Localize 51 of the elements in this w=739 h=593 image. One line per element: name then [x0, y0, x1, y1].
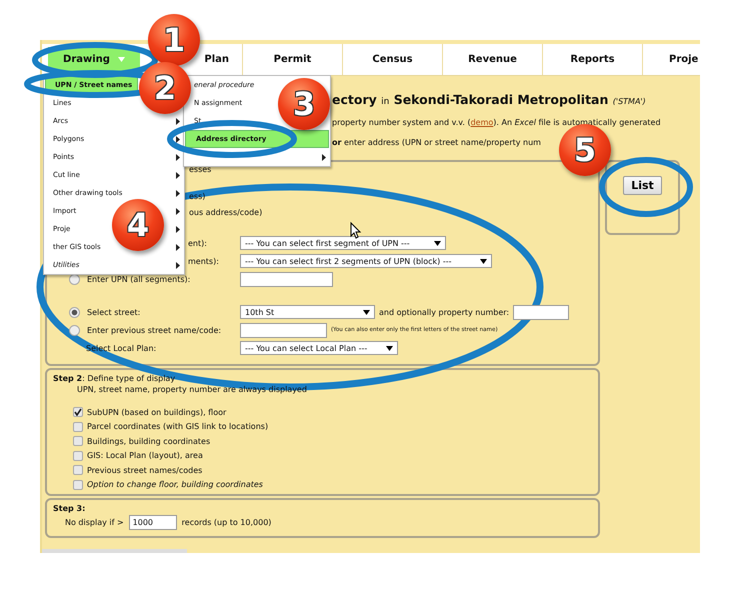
nav-tab[interactable]: Revenue: [468, 54, 517, 65]
dropdown[interactable]: --- You can select first 2 segments of UPN (block) ---: [240, 254, 492, 268]
field-label: records (up to 10,000): [182, 518, 272, 527]
caret-icon: [118, 57, 125, 62]
checkbox[interactable]: [73, 465, 83, 476]
checkbox[interactable]: [73, 480, 83, 490]
field-label: ments):: [188, 256, 219, 266]
option-label: Parcel coordinates (with GIS link to locations): [87, 422, 268, 432]
input-field[interactable]: 1000: [128, 515, 177, 530]
option-label: Buildings, building coordinates: [87, 436, 210, 446]
nav-tab[interactable]: Census: [372, 54, 413, 65]
field-label: ent):: [188, 238, 207, 248]
nav-tab[interactable]: Reports: [570, 54, 615, 65]
input-field[interactable]: [513, 304, 570, 320]
caret-icon: [480, 258, 487, 264]
demo-link[interactable]: demo: [470, 118, 494, 127]
option-text: ous address/code): [189, 207, 262, 219]
step-number-badge: 1: [148, 14, 200, 66]
field-label: Enter previous street name/code:: [87, 326, 222, 334]
caret-icon: [386, 346, 393, 350]
option-label: SubUPN (based on buildings), floor: [87, 408, 226, 417]
caret-icon: [434, 240, 441, 246]
radio-button[interactable]: [69, 306, 80, 318]
dropdown[interactable]: --- You can select first segment of UPN ---: [240, 236, 446, 250]
step-heading: Step 2: Define type of display: [53, 373, 176, 384]
field-label: No display if >: [65, 518, 124, 527]
mouse-pointer-icon: [350, 222, 362, 239]
field-label: Enter UPN (all segments):: [87, 274, 190, 284]
option-label: Previous street names/codes: [87, 466, 202, 475]
list-button[interactable]: List: [623, 176, 662, 195]
dropdown[interactable]: 10th St: [240, 305, 375, 319]
checkbox[interactable]: [73, 436, 83, 446]
instruction-text: or enter address (UPN or street name/property num: [332, 137, 541, 149]
radio-button[interactable]: [69, 324, 80, 336]
checkbox[interactable]: [73, 407, 83, 418]
dropdown[interactable]: --- You can select Local Plan ---: [240, 341, 398, 355]
nav-tab[interactable]: Proje: [669, 54, 698, 65]
nav-tab[interactable]: Plan: [204, 54, 229, 65]
caret-icon: [363, 310, 370, 314]
checkbox[interactable]: [73, 422, 83, 432]
field-label: Select street:: [87, 308, 140, 316]
input-field[interactable]: [240, 272, 333, 286]
option-text: esses: [189, 164, 212, 176]
input-field[interactable]: [240, 322, 327, 338]
option-label: Option to change floor, building coordinates: [87, 480, 263, 490]
checkbox[interactable]: [73, 450, 83, 461]
option-label: GIS: Local Plan (layout), area: [87, 451, 203, 460]
page-title: ectory in Sekondi-Takoradi Metropolitan ('STMA'): [332, 92, 646, 109]
nav-tab[interactable]: Permit: [274, 54, 312, 65]
field-label: and optionally property number:: [379, 308, 510, 316]
step-heading: Step 3:: [53, 503, 86, 514]
